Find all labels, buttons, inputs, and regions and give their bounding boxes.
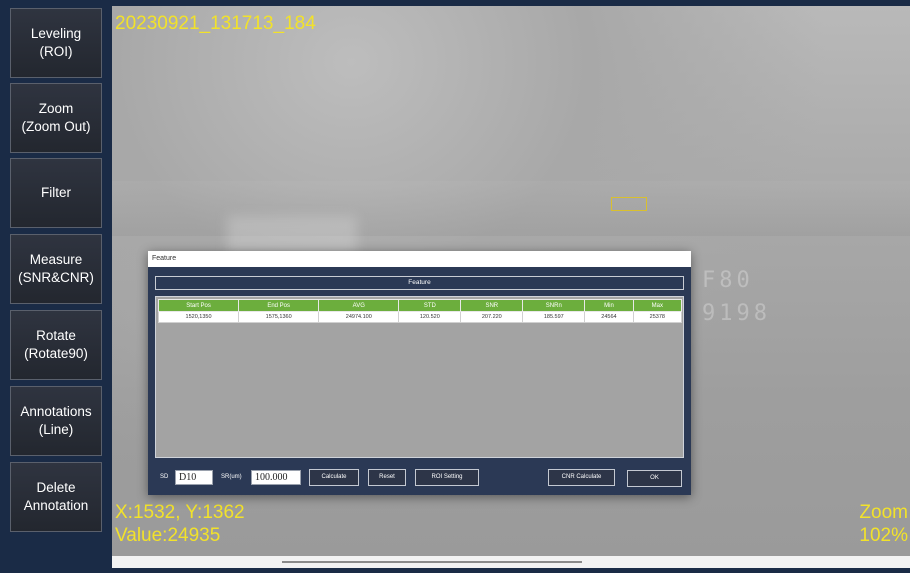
zoom-value: 102% (859, 525, 908, 546)
button-label-line1: Leveling (30, 26, 82, 41)
column-header[interactable]: Min (584, 299, 634, 312)
delete-annotation-button[interactable]: Delete Annotation (10, 462, 102, 532)
column-header[interactable]: End Pos (238, 299, 320, 312)
column-header[interactable]: Max (632, 299, 683, 312)
table-cell: 24564 (584, 311, 634, 323)
rotate90-button[interactable]: Rotate (Rotate90) (10, 310, 102, 380)
table-header-row: Start Pos End Pos AVG STD SNR SNRn Min M… (157, 299, 683, 312)
column-header[interactable]: SNR (460, 299, 524, 312)
table-cell: 185.597 (522, 311, 586, 323)
cnr-calculate-button[interactable]: CNR Calculate (548, 469, 615, 486)
image-name-label: 20230921_131713_184 (115, 13, 316, 34)
horizontal-scrollbar[interactable] (112, 556, 910, 568)
roi-box[interactable] (611, 197, 647, 211)
column-header[interactable]: Start Pos (157, 299, 240, 312)
dialog-title: Feature (148, 251, 691, 267)
zoom-out-button[interactable]: Zoom (Zoom Out) (10, 83, 102, 153)
tool-sidebar: Leveling (ROI) Zoom (Zoom Out) Filter Me… (0, 0, 112, 573)
button-label-line1: Filter (41, 185, 71, 200)
column-header[interactable]: STD (398, 299, 462, 312)
filter-button[interactable]: Filter (10, 158, 102, 228)
button-label-line2: (Zoom Out) (21, 119, 91, 134)
sd-input[interactable]: D10 (175, 470, 213, 485)
sr-input[interactable]: 100.000 (251, 470, 301, 485)
table-cell: 24974.100 (318, 311, 400, 323)
image-highlight (227, 216, 357, 256)
image-ghost-text: 9198 (702, 301, 771, 326)
table-cell: 1575,1360 (238, 311, 320, 323)
section-title: Feature (155, 276, 684, 290)
button-label-line2: (ROI) (39, 44, 73, 59)
leveling-roi-button[interactable]: Leveling (ROI) (10, 8, 102, 78)
button-label-line1: Annotations (20, 404, 92, 419)
column-header[interactable]: SNRn (522, 299, 586, 312)
table-cell: 207.220 (460, 311, 524, 323)
reset-button[interactable]: Reset (368, 469, 406, 486)
sr-label: SR(um) (221, 474, 242, 480)
column-header[interactable]: AVG (318, 299, 400, 312)
annotations-line-button[interactable]: Annotations (Line) (10, 386, 102, 456)
button-label-line2: (SNR&CNR) (18, 270, 94, 285)
button-label-line1: Measure (29, 252, 83, 267)
button-label-line2: Annotation (23, 498, 89, 513)
scrollbar-thumb[interactable] (282, 561, 582, 563)
table-cell: 1520,1350 (157, 311, 240, 323)
button-label-line2: (Line) (38, 422, 74, 437)
image-ghost-text: F80 (702, 268, 754, 293)
table-cell: 25378 (632, 311, 683, 323)
measure-snr-cnr-button[interactable]: Measure (SNR&CNR) (10, 234, 102, 304)
button-label-line2: (Rotate90) (24, 346, 88, 361)
sd-label: SD (160, 474, 169, 480)
feature-dialog: Feature Feature Start Pos End Pos AVG ST… (148, 251, 691, 495)
button-label-line1: Delete (36, 480, 76, 495)
feature-table: Start Pos End Pos AVG STD SNR SNRn Min M… (155, 296, 684, 458)
cursor-coords-label: X:1532, Y:1362 (115, 502, 245, 523)
ok-button[interactable]: OK (627, 470, 682, 487)
roi-setting-button[interactable]: ROI Setting (415, 469, 479, 486)
button-label-line1: Zoom (38, 101, 74, 116)
calculate-button[interactable]: Calculate (309, 469, 359, 486)
zoom-label: Zoom (859, 502, 908, 523)
table-cell: 120.520 (398, 311, 462, 323)
button-label-line1: Rotate (36, 328, 76, 343)
pixel-value-label: Value:24935 (115, 525, 221, 546)
table-row[interactable]: 1520,1350 1575,1360 24974.100 120.520 20… (157, 311, 683, 323)
